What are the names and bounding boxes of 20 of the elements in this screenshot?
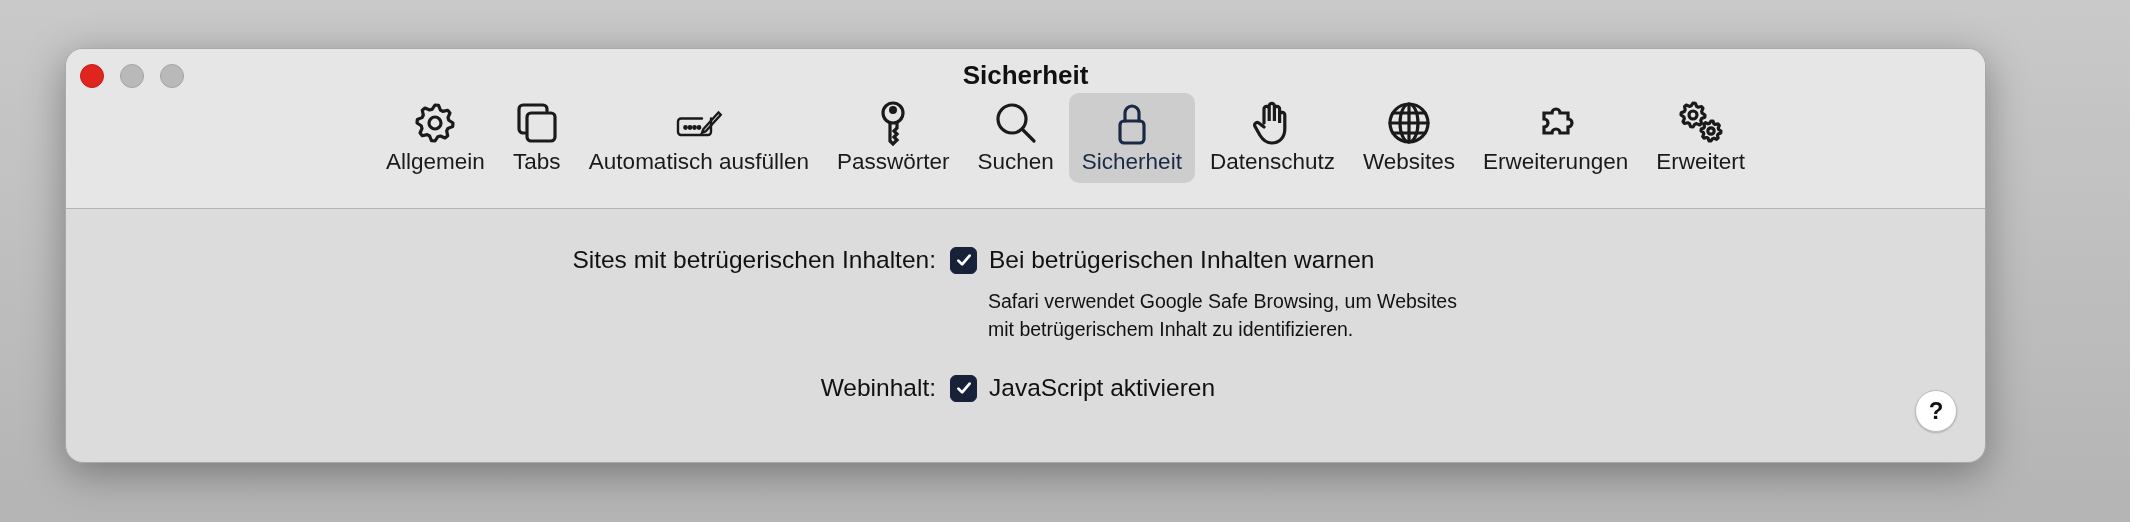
toolbar-tab[interactable]: Sicherheit <box>1068 93 1195 183</box>
checkbox-label[interactable]: Bei betrügerischen Inhalten warnen <box>989 243 1375 277</box>
checkbox[interactable] <box>950 246 977 274</box>
toolbar-tab[interactable]: Suchen <box>964 93 1067 183</box>
toolbar-tab[interactable]: Datenschutz <box>1196 93 1348 183</box>
checkbox[interactable] <box>950 374 977 402</box>
toolbar-tab[interactable]: Erweitert <box>1643 93 1758 183</box>
toolbar-tab[interactable]: Passwörter <box>823 93 963 183</box>
setting-label: Webinhalt: <box>820 374 936 401</box>
toolbar-tab[interactable]: Allgemein <box>373 93 498 183</box>
setting-label: Sites mit betrügerischen Inhalten: <box>572 246 936 273</box>
help-button[interactable]: ? <box>1915 390 1957 432</box>
checkbox-label[interactable]: JavaScript aktivieren <box>989 371 1216 405</box>
toolbar-tab[interactable]: Tabs <box>499 93 574 183</box>
toolbar-tab[interactable]: Websites <box>1349 93 1469 183</box>
description-text: Safari verwendet Google Safe Browsing, um Websites mit betrügerischem Inhalt zu identifizieren. <box>988 290 1457 340</box>
window-title: Sicherheit <box>962 60 1089 90</box>
close-button[interactable] <box>80 64 104 88</box>
toolbar-tab[interactable]: Automatisch ausfüllen <box>575 93 822 183</box>
toolbar-tab[interactable]: Erweiterungen <box>1470 93 1642 183</box>
